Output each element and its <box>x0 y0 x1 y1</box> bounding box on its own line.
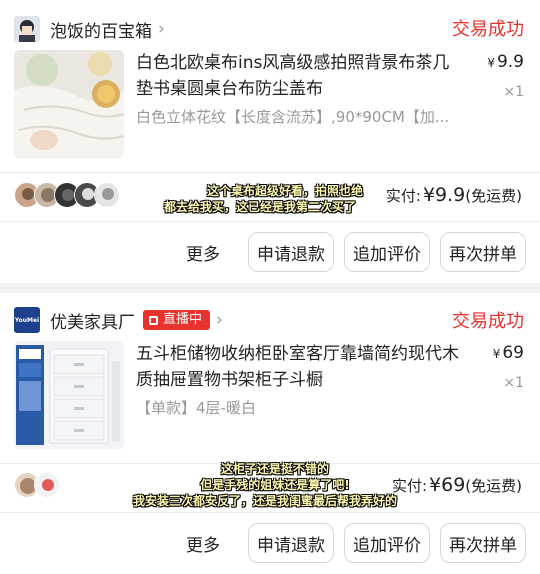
currency-symbol: ¥ <box>492 347 501 361</box>
paid-total: 实付: ¥69 (免运费) <box>392 474 522 496</box>
shop-logo-text: YouMei <box>14 316 40 324</box>
live-badge[interactable]: 直播中 <box>143 310 211 330</box>
buyer-avatars <box>14 472 60 498</box>
paid-amount: ¥9.9 <box>422 184 466 206</box>
product-quantity: ×1 <box>503 375 524 391</box>
product-title[interactable]: 白色北欧桌布ins风高级感拍照背景布茶几垫书桌圆桌台布防尘盖布 <box>136 50 466 102</box>
order-status: 交易成功 <box>452 19 524 40</box>
shipping-note: (免运费) <box>465 187 522 205</box>
chevron-right-icon[interactable]: › <box>158 19 165 39</box>
shop-header[interactable]: 泡饭的百宝箱 › <box>14 14 165 44</box>
request-refund-button[interactable]: 申请退款 <box>248 523 334 563</box>
order-status: 交易成功 <box>452 311 524 332</box>
shop-logo: YouMei <box>14 307 40 333</box>
order-card-2: YouMei 优美家具厂 直播中 › 交易成功 五斗柜储物收纳柜卧室客厅靠墙简约… <box>0 293 540 574</box>
live-label: 直播中 <box>163 312 203 327</box>
avatar <box>94 182 120 208</box>
product-image[interactable] <box>14 50 124 158</box>
add-review-button[interactable]: 追加评价 <box>344 232 430 272</box>
more-button[interactable]: 更多 <box>178 523 228 563</box>
product-price: ¥9.9 <box>487 52 524 72</box>
chevron-right-icon[interactable]: › <box>216 310 223 330</box>
product-sku: 【单款】4层-暖白 <box>136 399 256 417</box>
price-value: 9.9 <box>496 52 524 72</box>
shop-header[interactable]: YouMei 优美家具厂 直播中 › <box>14 305 223 335</box>
divider <box>0 463 540 464</box>
divider <box>0 172 540 173</box>
product-title[interactable]: 五斗柜储物收纳柜卧室客厅靠墙简约现代木质抽屉置物书架柜子斗橱 <box>136 341 466 393</box>
paid-label: 实付: <box>385 187 421 205</box>
price-value: 69 <box>502 343 524 363</box>
product-quantity: ×1 <box>503 84 524 100</box>
paid-total: 实付: ¥9.9 (免运费) <box>386 184 522 206</box>
shop-avatar <box>14 16 40 42</box>
more-button[interactable]: 更多 <box>178 232 228 272</box>
action-buttons: 更多 申请退款 追加评价 再次拼单 <box>0 523 526 563</box>
reorder-button[interactable]: 再次拼单 <box>440 232 526 272</box>
add-review-button[interactable]: 追加评价 <box>344 523 430 563</box>
buyer-avatars <box>14 182 120 208</box>
currency-symbol: ¥ <box>487 56 495 70</box>
divider <box>0 512 540 513</box>
product-sku: 白色立体花纹【长度含流苏】,90*90CM【加... <box>136 108 450 126</box>
divider <box>0 221 540 222</box>
product-price: ¥69 <box>493 343 524 363</box>
paid-label: 实付: <box>391 477 428 495</box>
product-image[interactable] <box>14 341 124 449</box>
order-card-1: 泡饭的百宝箱 › 交易成功 白色北欧桌布ins风高级感拍照背景布茶几垫书桌圆桌台… <box>0 0 540 283</box>
request-refund-button[interactable]: 申请退款 <box>248 232 334 272</box>
avatar <box>34 472 60 498</box>
shipping-note: (免运费) <box>465 477 522 495</box>
live-icon <box>149 315 158 325</box>
shop-name[interactable]: 泡饭的百宝箱 <box>50 17 152 42</box>
paid-amount: ¥69 <box>429 474 466 496</box>
shop-name[interactable]: 优美家具厂 <box>50 308 135 333</box>
reorder-button[interactable]: 再次拼单 <box>440 523 526 563</box>
action-buttons: 更多 申请退款 追加评价 再次拼单 <box>0 232 526 272</box>
